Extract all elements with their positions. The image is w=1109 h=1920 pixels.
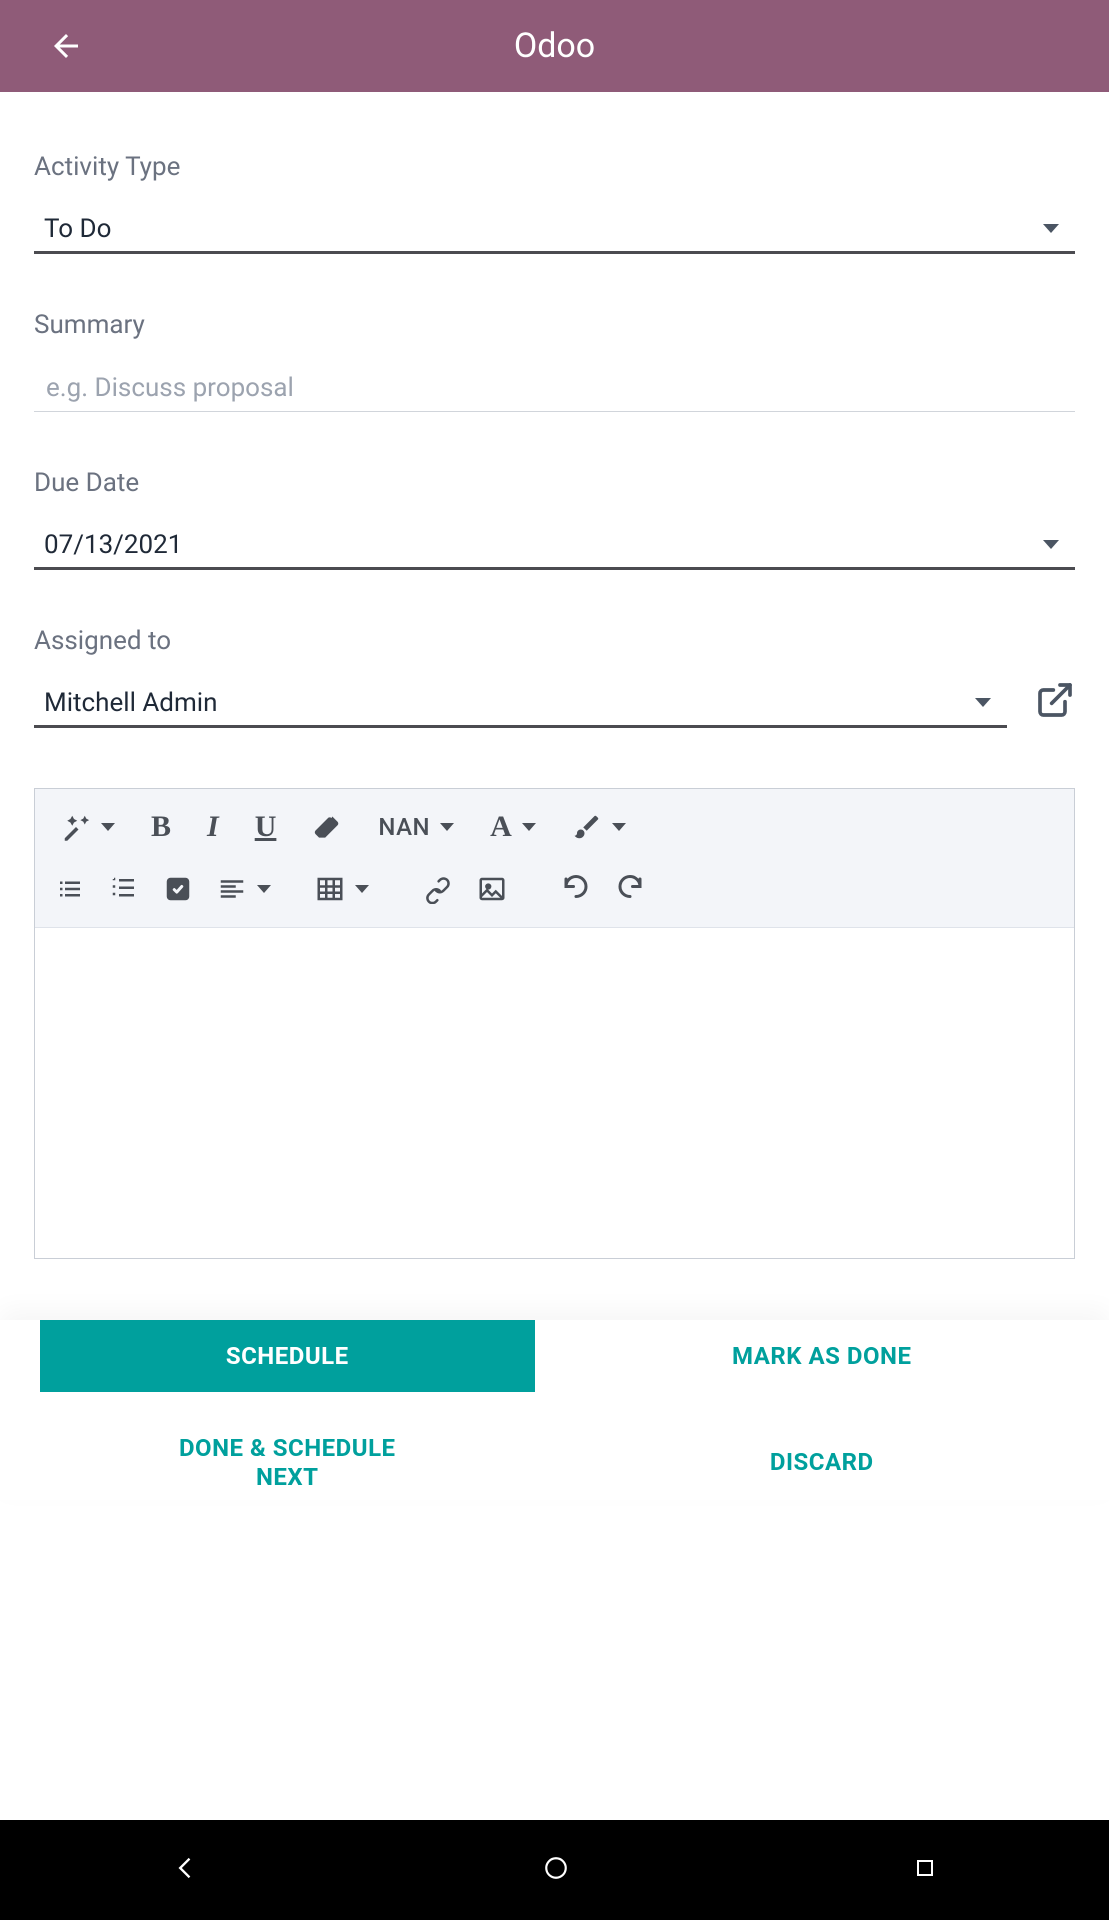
nav-recent-icon[interactable]	[913, 1856, 937, 1884]
external-link-icon[interactable]	[1035, 680, 1075, 720]
chevron-down-icon	[257, 885, 271, 893]
app-header: Odoo	[0, 0, 1109, 92]
link-icon[interactable]	[411, 865, 465, 913]
field-summary: Summary e.g. Discuss proposal	[34, 310, 1075, 412]
summary-label: Summary	[34, 310, 1075, 340]
assigned-to-value: Mitchell Admin	[44, 688, 217, 718]
table-select[interactable]	[303, 865, 381, 913]
discard-button[interactable]: DISCARD	[575, 1426, 1070, 1498]
italic-button[interactable]: I	[189, 803, 237, 851]
activity-form: Activity Type To Do Summary e.g. Discuss…	[0, 92, 1109, 1259]
android-nav-bar	[0, 1820, 1109, 1920]
assigned-to-select[interactable]: Mitchell Admin	[34, 672, 1007, 728]
done-next-line2: NEXT	[256, 1463, 319, 1492]
mark-done-button[interactable]: MARK AS DONE	[575, 1320, 1070, 1392]
page-title: Odoo	[514, 26, 595, 66]
font-size-label: NAN	[378, 813, 430, 841]
editor-textarea[interactable]	[35, 928, 1074, 1258]
chevron-down-icon	[101, 823, 115, 831]
summary-placeholder: e.g. Discuss proposal	[46, 373, 294, 403]
activity-type-select[interactable]: To Do	[34, 198, 1075, 254]
schedule-button[interactable]: SCHEDULE	[40, 1320, 535, 1392]
nav-home-icon[interactable]	[543, 1855, 569, 1885]
chevron-down-icon	[975, 698, 991, 707]
chevron-down-icon	[355, 885, 369, 893]
editor-toolbar: B I U NAN A	[35, 789, 1074, 928]
bold-button[interactable]: B	[133, 803, 189, 851]
due-date-value: 07/13/2021	[44, 530, 182, 560]
assigned-to-label: Assigned to	[34, 626, 1075, 656]
underline-button[interactable]: U	[237, 803, 295, 851]
checklist-icon[interactable]	[151, 865, 205, 913]
undo-icon[interactable]	[549, 865, 603, 913]
field-assigned-to: Assigned to Mitchell Admin	[34, 626, 1075, 728]
chevron-down-icon	[522, 823, 536, 831]
due-date-label: Due Date	[34, 468, 1075, 498]
font-family-select[interactable]: A	[472, 803, 554, 851]
unordered-list-icon[interactable]	[43, 865, 97, 913]
chevron-down-icon	[612, 823, 626, 831]
magic-wand-button[interactable]	[43, 803, 133, 851]
ordered-list-icon[interactable]	[97, 865, 151, 913]
back-arrow-icon[interactable]	[48, 28, 84, 64]
summary-input[interactable]: e.g. Discuss proposal	[34, 356, 1075, 412]
done-schedule-next-button[interactable]: DONE & SCHEDULE NEXT	[40, 1426, 535, 1500]
nav-back-icon[interactable]	[172, 1854, 200, 1886]
due-date-input[interactable]: 07/13/2021	[34, 514, 1075, 570]
field-due-date: Due Date 07/13/2021	[34, 468, 1075, 570]
chevron-down-icon	[440, 823, 454, 831]
mark-done-button-label: MARK AS DONE	[732, 1342, 911, 1371]
eraser-icon[interactable]	[294, 803, 360, 851]
align-select[interactable]	[205, 865, 283, 913]
schedule-button-label: SCHEDULE	[226, 1342, 349, 1371]
font-size-select[interactable]: NAN	[360, 803, 472, 851]
discard-button-label: DISCARD	[770, 1448, 874, 1477]
rich-text-editor: B I U NAN A	[34, 788, 1075, 1259]
activity-type-label: Activity Type	[34, 152, 1075, 182]
redo-icon[interactable]	[603, 865, 657, 913]
activity-type-value: To Do	[44, 214, 111, 244]
image-icon[interactable]	[465, 865, 519, 913]
done-next-line1: DONE & SCHEDULE	[179, 1434, 396, 1463]
footer-actions: SCHEDULE MARK AS DONE DONE & SCHEDULE NE…	[0, 1320, 1109, 1500]
field-activity-type: Activity Type To Do	[34, 152, 1075, 254]
brush-icon[interactable]	[554, 803, 644, 851]
